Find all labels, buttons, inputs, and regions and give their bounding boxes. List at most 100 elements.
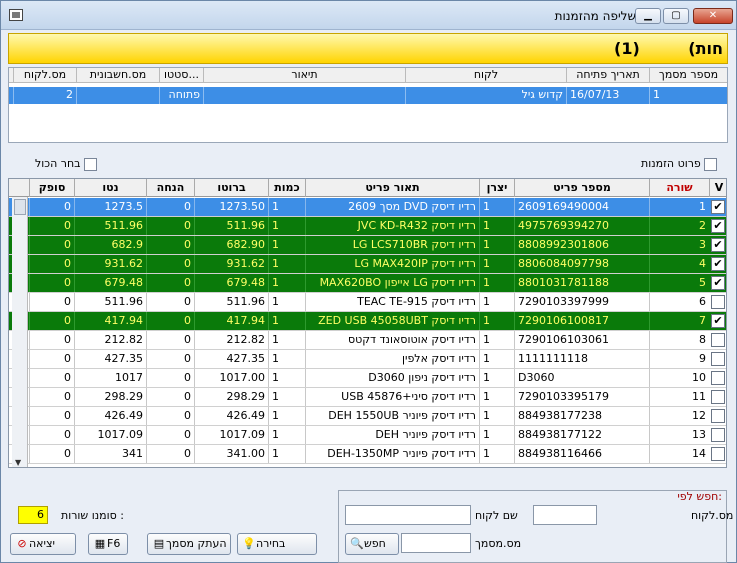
cell-gross: 1017.00: [194, 369, 268, 387]
orders-cell-invoice-no: [76, 87, 159, 104]
cell-discount: 0: [146, 388, 194, 406]
cell-item-desc: רדיו דיסק JVC KD-R432: [305, 217, 479, 235]
row-checkbox[interactable]: [711, 428, 725, 442]
customer-name-input[interactable]: [345, 505, 471, 525]
cell-maker: 1: [479, 369, 514, 387]
cell-net: 511.96: [74, 217, 146, 235]
search-button[interactable]: 🔍חפש: [345, 533, 399, 555]
col-item-desc[interactable]: תאור פריט: [305, 179, 479, 197]
cell-line: 3: [649, 236, 709, 254]
cell-qty: 1: [268, 369, 305, 387]
row-checkbox[interactable]: [711, 447, 725, 461]
orders-col-doc-no[interactable]: מספר מסמך: [649, 68, 727, 83]
row-checkbox[interactable]: ✔: [711, 200, 725, 214]
row-checkbox[interactable]: ✔: [711, 238, 725, 252]
customer-no-input[interactable]: [533, 505, 597, 525]
cell-maker: 1: [479, 217, 514, 235]
cell-qty: 1: [268, 255, 305, 273]
cell-item-desc: רדיו דיסק סיני+USB 45876: [305, 388, 479, 406]
cell-line: 1: [649, 198, 709, 216]
table-row[interactable]: 2 4975769394270 1 רדיו דיסק JVC KD-R432 1 511…: [9, 217, 726, 236]
table-row[interactable]: 14 884938116466 1 רדיו דיסק פיוניר DEH-1350…: [9, 445, 726, 464]
cell-item-desc: רדיו דיסק פיוניר DEH-1350MP: [305, 445, 479, 463]
grid-scrollbar[interactable]: ▼: [12, 197, 28, 467]
search-button-label: חפש: [364, 537, 386, 550]
table-row[interactable]: 5 8801031781188 1 רדיו דיסק LG אייפון MAX62…: [9, 274, 726, 293]
table-row[interactable]: 6 7290103397999 1 רדיו דיסק TEAC TE-915 1 511…: [9, 293, 726, 312]
cell-maker: 1: [479, 274, 514, 292]
close-button[interactable]: ✕: [693, 8, 733, 24]
cell-supplied: 0: [29, 407, 74, 425]
table-row[interactable]: 10 D3060 1 רדיו דיסק ניפון D3060 1 1017.00 0 10…: [9, 369, 726, 388]
orders-row[interactable]: 1 16/07/13 קדוש גיל פתוחה 2: [9, 87, 727, 104]
row-checkbox[interactable]: [711, 333, 725, 347]
orders-col-customer[interactable]: לקוח: [405, 68, 566, 83]
orders-col-customer-no[interactable]: מס.לקוח: [13, 68, 76, 83]
orders-col-description[interactable]: תיאור: [203, 68, 405, 83]
doc-no-input[interactable]: [401, 533, 471, 553]
col-net[interactable]: נטו: [74, 179, 146, 197]
col-qty[interactable]: כמות: [268, 179, 305, 197]
minimize-button[interactable]: ▁: [635, 8, 661, 24]
orders-cell-customer-no: 2: [13, 87, 76, 104]
cell-maker: 1: [479, 198, 514, 216]
cell-gross: 298.29: [194, 388, 268, 406]
cell-line: 2: [649, 217, 709, 235]
select-all-option[interactable]: בחר הכול: [35, 157, 98, 171]
row-checkbox[interactable]: [711, 409, 725, 423]
table-row[interactable]: 13 884938177122 1 רדיו דיסק פיוניר DEH 1 1017…: [9, 426, 726, 445]
grid-scroll-thumb[interactable]: [14, 199, 26, 215]
col-gross[interactable]: ברוטו: [194, 179, 268, 197]
orders-col-open-date[interactable]: תאריך פתיחה: [566, 68, 649, 83]
col-check[interactable]: V: [709, 179, 726, 197]
table-row[interactable]: 4 8806084097798 1 רדיו דיסק LG MAX420IP 1 931…: [9, 255, 726, 274]
col-maker[interactable]: יצרן: [479, 179, 514, 197]
table-row[interactable]: 3 8808992301806 1 רדיו דיסק LG LCS710BR 1 682…: [9, 236, 726, 255]
cell-supplied: 0: [29, 198, 74, 216]
cell-discount: 0: [146, 426, 194, 444]
table-row[interactable]: 7 7290106100817 1 רדיו דיסק ZED USB 45058UB…: [9, 312, 726, 331]
order-details-checkbox[interactable]: [704, 157, 718, 171]
cell-item-no: 7290106100817: [514, 312, 649, 330]
items-grid: V שורה מספר פריט יצרן תאור פריט כמות ברו…: [8, 178, 727, 468]
scroll-down-icon[interactable]: ▼: [15, 458, 21, 467]
row-checkbox[interactable]: ✔: [711, 257, 725, 271]
col-discount[interactable]: הנחה: [146, 179, 194, 197]
row-checkbox[interactable]: [711, 295, 725, 309]
row-checkbox[interactable]: [711, 352, 725, 366]
row-checkbox[interactable]: [711, 390, 725, 404]
cell-qty: 1: [268, 198, 305, 216]
customer-no-label: מס.לקוח: [691, 509, 734, 522]
row-checkbox[interactable]: ✔: [711, 276, 725, 290]
items-grid-header: V שורה מספר פריט יצרן תאור פריט כמות ברו…: [9, 179, 726, 197]
order-details-option[interactable]: פרוט הזמנות: [641, 157, 718, 171]
cell-maker: 1: [479, 293, 514, 311]
table-row[interactable]: 8 7290106103061 1 רדיו דיסק אוטוסאונד דקטס 1…: [9, 331, 726, 350]
col-supplied[interactable]: סופק: [29, 179, 74, 197]
marked-rows-count: 6: [18, 506, 48, 524]
row-checkbox[interactable]: ✔: [711, 219, 725, 233]
cell-maker: 1: [479, 445, 514, 463]
select-all-checkbox[interactable]: [84, 157, 98, 171]
orders-col-status[interactable]: סטטו...: [159, 68, 203, 83]
orders-col-invoice-no[interactable]: מס.חשבונית: [76, 68, 159, 83]
maximize-button[interactable]: ▢: [663, 8, 689, 24]
row-checkbox[interactable]: [711, 371, 725, 385]
cell-discount: 0: [146, 217, 194, 235]
copy-document-button[interactable]: ▤ העתק מסמך: [147, 533, 231, 555]
row-checkbox[interactable]: ✔: [711, 314, 725, 328]
table-row[interactable]: 1 2609169490004 1 רדיו דיסק DVD מסך 2609 1 12…: [9, 198, 726, 217]
col-line[interactable]: שורה: [649, 179, 709, 197]
col-item-no[interactable]: מספר פריט: [514, 179, 649, 197]
table-row[interactable]: 12 884938177238 1 רדיו דיסק פיוניר DEH 1550…: [9, 407, 726, 426]
cell-item-desc: רדיו דיסק ZED USB 45058UBT: [305, 312, 479, 330]
cell-line: 6: [649, 293, 709, 311]
f6-button[interactable]: ▦ F6: [88, 533, 128, 555]
cell-line: 11: [649, 388, 709, 406]
select-button[interactable]: 💡בחירה: [237, 533, 317, 555]
table-row[interactable]: 11 7290103395179 1 רדיו דיסק סיני+USB 45876…: [9, 388, 726, 407]
exit-button[interactable]: ⊘ יציאה: [10, 533, 76, 555]
table-row[interactable]: 9 1111111118 1 רדיו דיסק אלפין 1 427.35 0 427.3…: [9, 350, 726, 369]
cell-item-no: 8801031781188: [514, 274, 649, 292]
order-details-label: פרוט הזמנות: [641, 157, 701, 170]
